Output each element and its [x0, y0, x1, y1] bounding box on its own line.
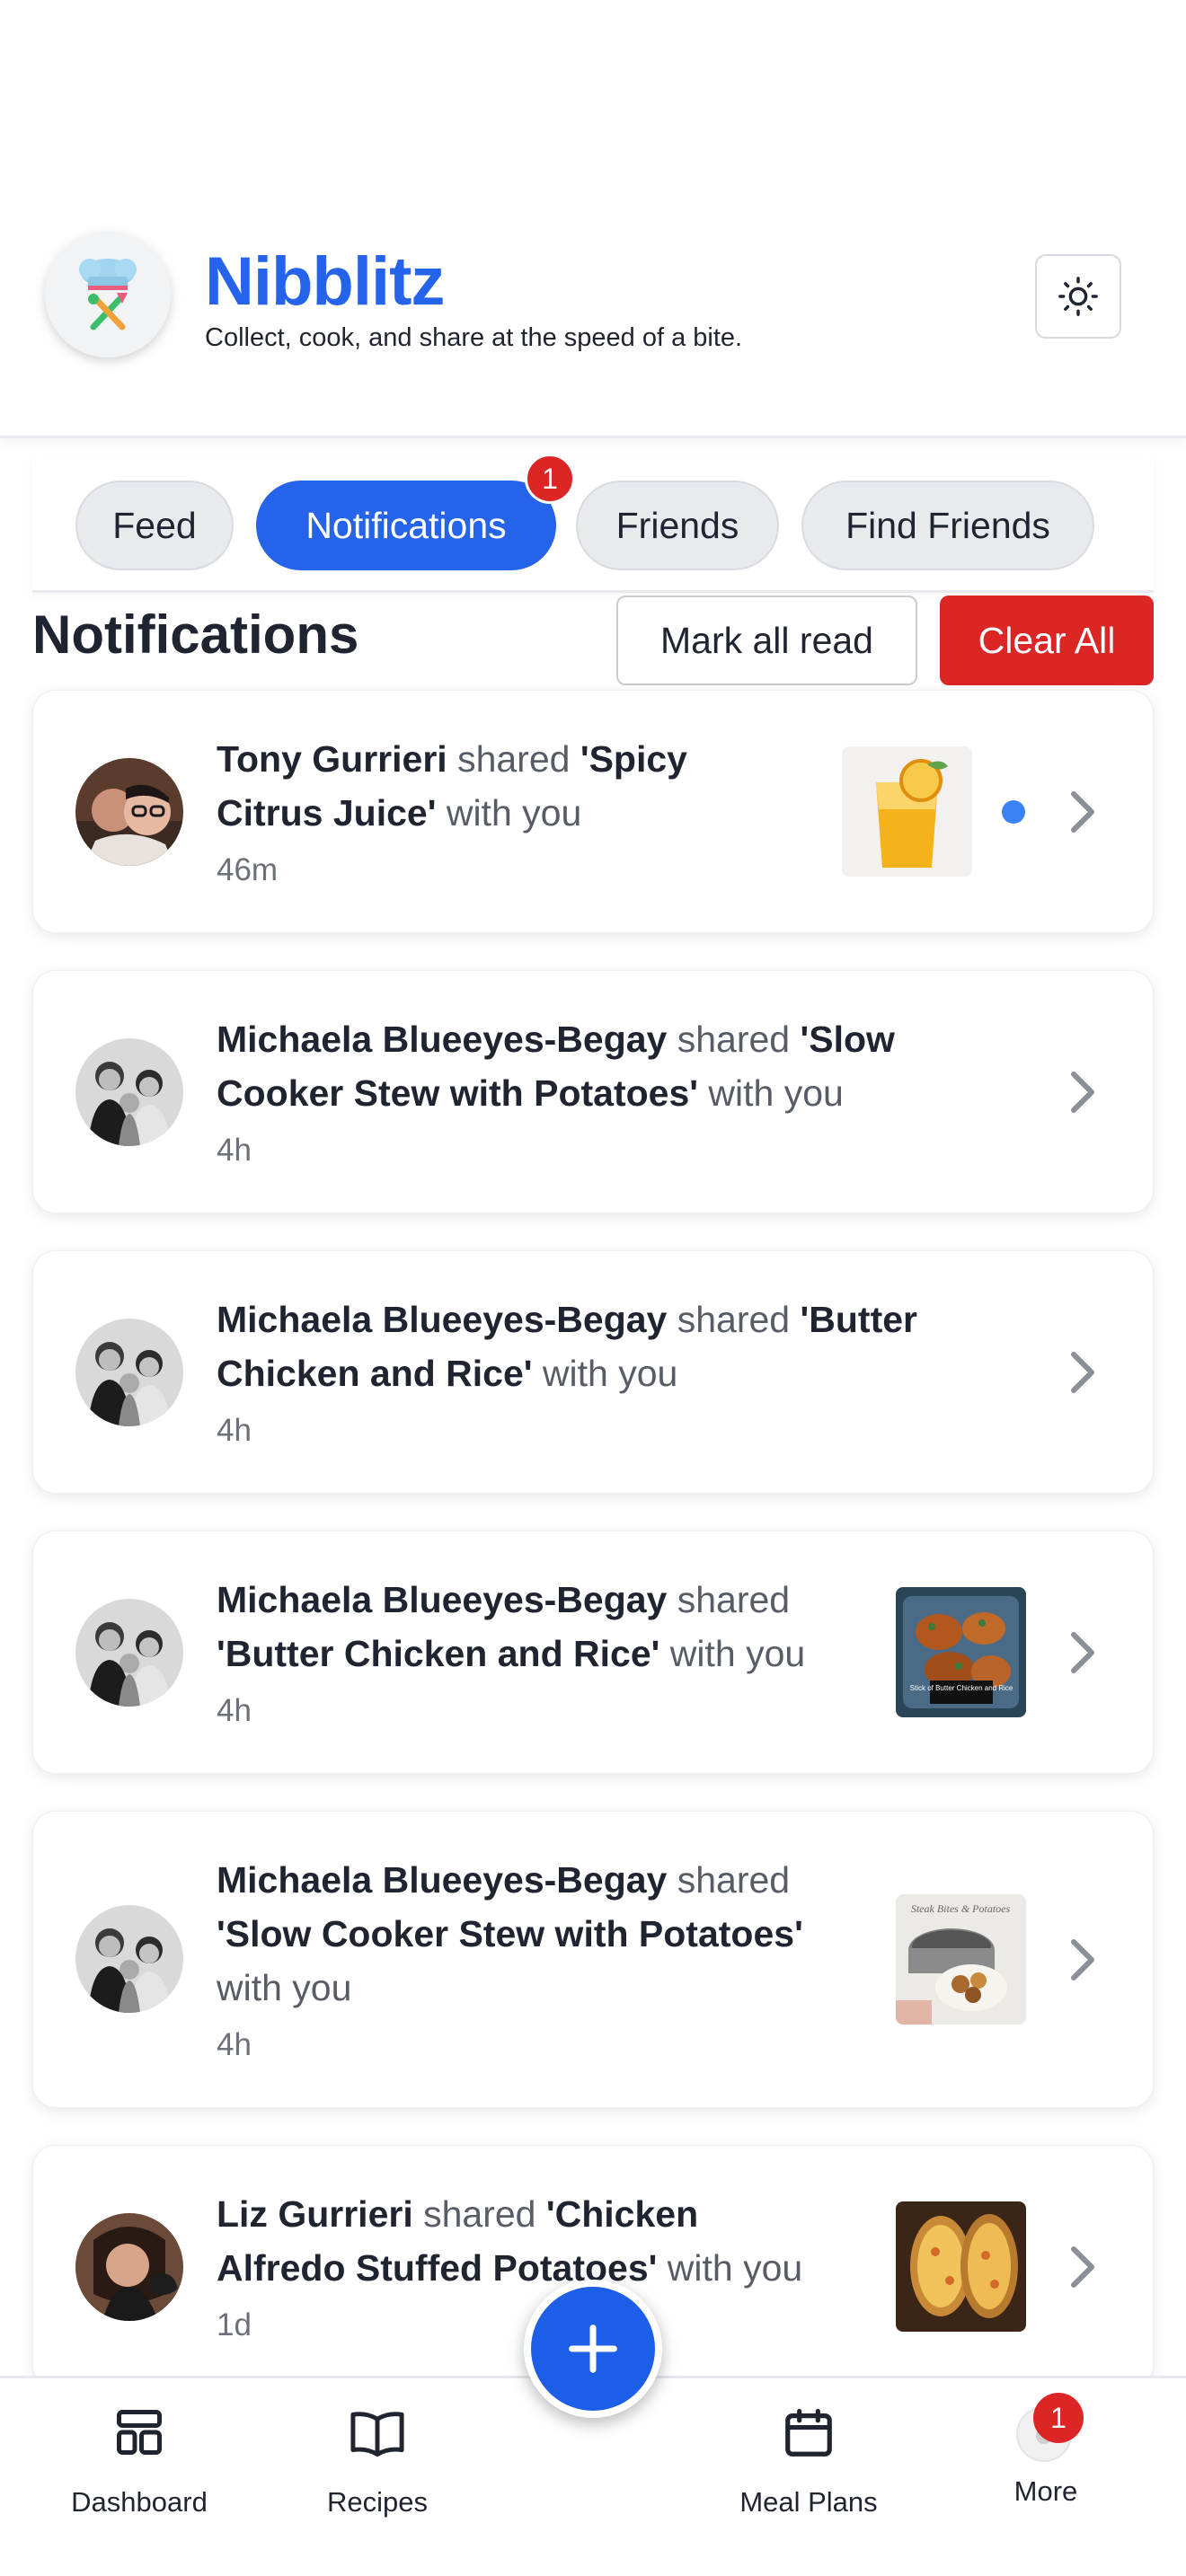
recipe-thumbnail	[896, 2201, 1026, 2332]
notification-recipe: Chicken and Rice'	[217, 1353, 533, 1394]
dashboard-icon	[117, 2410, 162, 2455]
notification-recipe: Cooker Stew with Potatoes'	[217, 1072, 699, 1114]
tab-notifications[interactable]: Notifications	[256, 481, 556, 570]
recipe-thumbnail	[842, 746, 972, 877]
chevron-right-icon[interactable]	[1065, 1935, 1101, 1985]
notification-recipe: 'Butter	[800, 1299, 917, 1340]
nav-meal-plans-label: Meal Plans	[739, 2486, 878, 2518]
book-icon	[350, 2412, 404, 2457]
notification-message: Tony Gurrieri shared 'Spicy Citrus Juice…	[217, 732, 687, 840]
more-badge: 1	[1033, 2393, 1084, 2443]
notification-verb: shared	[667, 1579, 791, 1620]
notification-verb: shared	[667, 1299, 801, 1340]
nav-recipes-label: Recipes	[327, 2486, 428, 2518]
thumb-caption: Stick of Butter Chicken and Rice	[910, 1684, 1013, 1692]
recipe-thumbnail: Stick of Butter Chicken and Rice	[896, 1587, 1026, 1717]
notification-verb: shared	[667, 1019, 801, 1060]
notifications-screen: Nibblitz Collect, cook, and share at the…	[0, 0, 1186, 2576]
chevron-right-icon[interactable]	[1065, 1067, 1101, 1117]
theme-toggle-button[interactable]	[1035, 254, 1121, 339]
notification-time: 1d	[217, 2307, 252, 2342]
tab-find-friends[interactable]: Find Friends	[801, 481, 1094, 570]
notification-user: Michaela Blueeyes-Begay	[217, 1299, 668, 1340]
notification-card[interactable]: Michaela Blueeyes-Begay shared 'Butter C…	[32, 1531, 1154, 1774]
avatar	[75, 2213, 183, 2321]
chevron-right-icon[interactable]	[1065, 1347, 1101, 1398]
plus-icon	[569, 2325, 617, 2373]
unread-dot	[1002, 800, 1025, 824]
notification-message: Liz Gurrieri shared 'Chicken Alfredo Stu…	[217, 2187, 802, 2295]
recipe-thumbnail: Steak Bites & Potatoes	[896, 1894, 1026, 2025]
avatar	[75, 1905, 183, 2013]
notification-verb: shared	[412, 2193, 546, 2235]
notification-message: Michaela Blueeyes-Begay shared 'Butter C…	[217, 1573, 805, 1681]
notification-recipe: 'Slow Cooker Stew with Potatoes'	[217, 1913, 803, 1954]
app-header: Nibblitz Collect, cook, and share at the…	[0, 0, 1186, 438]
notification-suffix: with you	[698, 1072, 844, 1114]
notification-time: 4h	[217, 2027, 252, 2062]
notification-time: 4h	[217, 1133, 252, 1168]
notification-card[interactable]: Michaela Blueeyes-Begay shared 'Slow Coo…	[32, 1811, 1154, 2108]
notification-message: Michaela Blueeyes-Begay shared 'Butter C…	[217, 1292, 917, 1400]
tab-feed[interactable]: Feed	[75, 481, 234, 570]
notification-user: Michaela Blueeyes-Begay	[217, 1579, 668, 1620]
avatar	[75, 1599, 183, 1707]
app-title: Nibblitz	[205, 243, 445, 320]
notification-time: 4h	[217, 1413, 252, 1448]
notifications-tab-badge: 1	[525, 454, 575, 504]
notification-user: Liz Gurrieri	[217, 2193, 413, 2235]
app-subtitle: Collect, cook, and share at the speed of…	[205, 323, 743, 352]
nav-more-label: More	[1013, 2475, 1078, 2507]
notification-verb: shared	[447, 738, 580, 780]
notification-card[interactable]: Tony Gurrieri shared 'Spicy Citrus Juice…	[32, 690, 1154, 933]
sun-icon	[1058, 277, 1098, 316]
notification-message: Michaela Blueeyes-Begay shared 'Slow Coo…	[217, 1853, 803, 2015]
nav-meal-plans[interactable]: Meal Plans	[719, 2378, 898, 2576]
notification-user: Tony Gurrieri	[217, 738, 447, 780]
avatar	[75, 1319, 183, 1426]
chevron-right-icon[interactable]	[1065, 1628, 1101, 1678]
chevron-right-icon[interactable]	[1065, 2242, 1101, 2292]
notification-verb: shared	[667, 1859, 791, 1901]
add-button[interactable]	[524, 2280, 662, 2418]
notification-suffix: with you	[657, 2247, 803, 2289]
notification-recipe: Citrus Juice'	[217, 792, 437, 834]
chevron-right-icon[interactable]	[1065, 787, 1101, 837]
notification-suffix: with you	[217, 1967, 352, 2008]
mark-all-read-button[interactable]: Mark all read	[616, 595, 917, 685]
page-title: Notifications	[32, 604, 359, 665]
avatar	[75, 1038, 183, 1146]
notification-message: Michaela Blueeyes-Begay shared 'Slow Coo…	[217, 1012, 895, 1120]
notification-card[interactable]: Michaela Blueeyes-Begay shared 'Slow Coo…	[32, 970, 1154, 1213]
notification-card[interactable]: Michaela Blueeyes-Begay shared 'Butter C…	[32, 1250, 1154, 1494]
chef-logo-icon[interactable]	[45, 232, 171, 357]
notification-time: 46m	[217, 852, 279, 887]
tabs-bar: Feed Notifications 1 Friends Find Friend…	[32, 454, 1154, 593]
thumb-caption: Steak Bites & Potatoes	[911, 1902, 1011, 1915]
notification-recipe: 'Spicy	[580, 738, 687, 780]
nav-recipes[interactable]: Recipes	[296, 2378, 458, 2576]
clear-all-button[interactable]: Clear All	[940, 595, 1154, 685]
notification-suffix: with you	[659, 1633, 806, 1674]
avatar	[75, 758, 183, 866]
notification-recipe: 'Chicken	[545, 2193, 699, 2235]
notification-suffix: with you	[532, 1353, 678, 1394]
notification-recipe: 'Slow	[800, 1019, 895, 1060]
notification-suffix: with you	[436, 792, 582, 834]
calendar-icon	[785, 2408, 832, 2457]
nav-dashboard[interactable]: Dashboard	[54, 2378, 225, 2576]
nav-dashboard-label: Dashboard	[71, 2486, 208, 2518]
notification-user: Michaela Blueeyes-Begay	[217, 1019, 668, 1060]
notification-user: Michaela Blueeyes-Begay	[217, 1859, 668, 1901]
notification-time: 4h	[217, 1693, 252, 1728]
tab-friends[interactable]: Friends	[576, 481, 779, 570]
nav-more[interactable]: 1 More	[992, 2378, 1100, 2576]
notification-recipe: 'Butter Chicken and Rice'	[217, 1633, 660, 1674]
